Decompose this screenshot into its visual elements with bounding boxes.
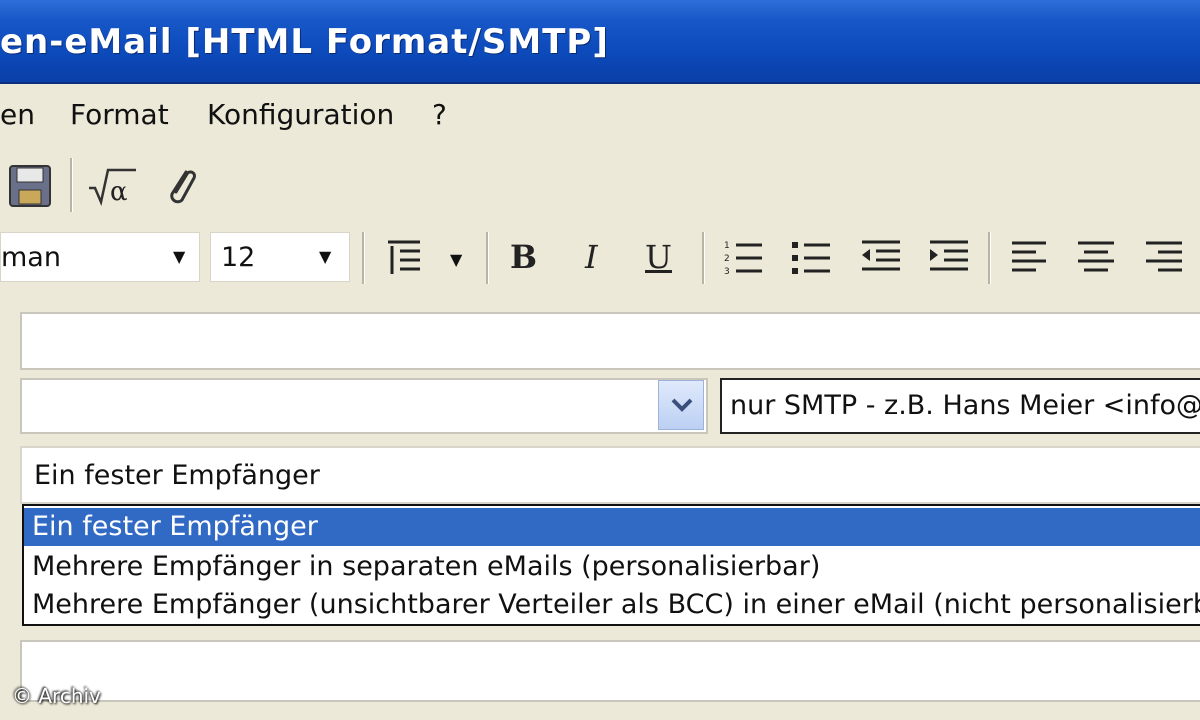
sender-combo[interactable] xyxy=(20,378,708,434)
font-name-combo[interactable]: man ▼ xyxy=(0,232,200,282)
subject-input-field[interactable] xyxy=(20,640,1200,702)
sender-dropdown-button[interactable] xyxy=(658,380,704,430)
chevron-down-icon[interactable]: ▼ xyxy=(173,247,185,266)
svg-text:1: 1 xyxy=(724,241,730,251)
menu-item-format[interactable]: Format xyxy=(70,98,169,131)
recipient-mode-select[interactable]: Ein fester Empfänger xyxy=(20,446,1200,504)
formula-icon[interactable]: α xyxy=(86,164,138,212)
toolbar-separator xyxy=(362,232,365,284)
list-option[interactable]: Ein fester Empfänger xyxy=(24,508,1200,546)
toolbar-separator xyxy=(486,232,489,284)
toolbar-separator xyxy=(988,232,991,284)
menu-item-konfiguration[interactable]: Konfiguration xyxy=(207,98,394,131)
align-right-icon[interactable] xyxy=(1144,238,1184,282)
list-option[interactable]: Mehrere Empfänger (unsichtbarer Verteile… xyxy=(24,586,1200,624)
italic-button[interactable]: I xyxy=(585,238,598,276)
numbered-list-icon[interactable]: 1 2 3 xyxy=(722,238,766,282)
line-spacing-icon[interactable] xyxy=(384,238,428,282)
toolbar-separator xyxy=(702,232,705,284)
save-icon[interactable] xyxy=(8,164,52,212)
menu-item-file[interactable]: en xyxy=(0,98,35,131)
address-hint-box[interactable]: nur SMTP - z.B. Hans Meier <info@ xyxy=(720,378,1200,434)
menu-bar xyxy=(0,86,1200,148)
chevron-down-icon[interactable]: ▼ xyxy=(450,250,462,269)
svg-text:3: 3 xyxy=(724,267,730,277)
empty-input-field[interactable] xyxy=(20,312,1200,370)
list-option[interactable]: Mehrere Empfänger in separaten eMails (p… xyxy=(24,548,1200,586)
title-bar: en-eMail [HTML Format/SMTP] xyxy=(0,0,1200,84)
chevron-down-icon xyxy=(671,398,693,412)
svg-text:α: α xyxy=(110,177,128,207)
align-left-icon[interactable] xyxy=(1010,238,1050,282)
copyright-watermark: © Archiv xyxy=(12,684,101,708)
svg-text:2: 2 xyxy=(724,254,730,264)
chevron-down-icon[interactable]: ▼ xyxy=(319,247,331,266)
attachment-icon[interactable] xyxy=(160,164,200,212)
font-name-value: man xyxy=(1,242,61,273)
font-size-combo[interactable]: 12 ▼ xyxy=(210,232,350,282)
address-hint-text: nur SMTP - z.B. Hans Meier <info@ xyxy=(730,390,1200,421)
window-title: en-eMail [HTML Format/SMTP] xyxy=(0,22,609,62)
bullet-list-icon[interactable] xyxy=(790,238,834,282)
menu-item-help[interactable]: ? xyxy=(432,98,447,131)
align-center-icon[interactable] xyxy=(1076,238,1116,282)
toolbar-separator xyxy=(70,158,73,212)
bold-button[interactable]: B xyxy=(510,238,537,276)
font-size-value: 12 xyxy=(221,242,256,273)
indent-icon[interactable] xyxy=(926,238,972,282)
recipient-mode-listbox[interactable]: Ein fester Empfänger Mehrere Empfänger i… xyxy=(22,504,1200,626)
outdent-icon[interactable] xyxy=(858,238,904,282)
underline-button[interactable]: U xyxy=(645,238,672,276)
recipient-mode-value: Ein fester Empfänger xyxy=(34,460,320,491)
